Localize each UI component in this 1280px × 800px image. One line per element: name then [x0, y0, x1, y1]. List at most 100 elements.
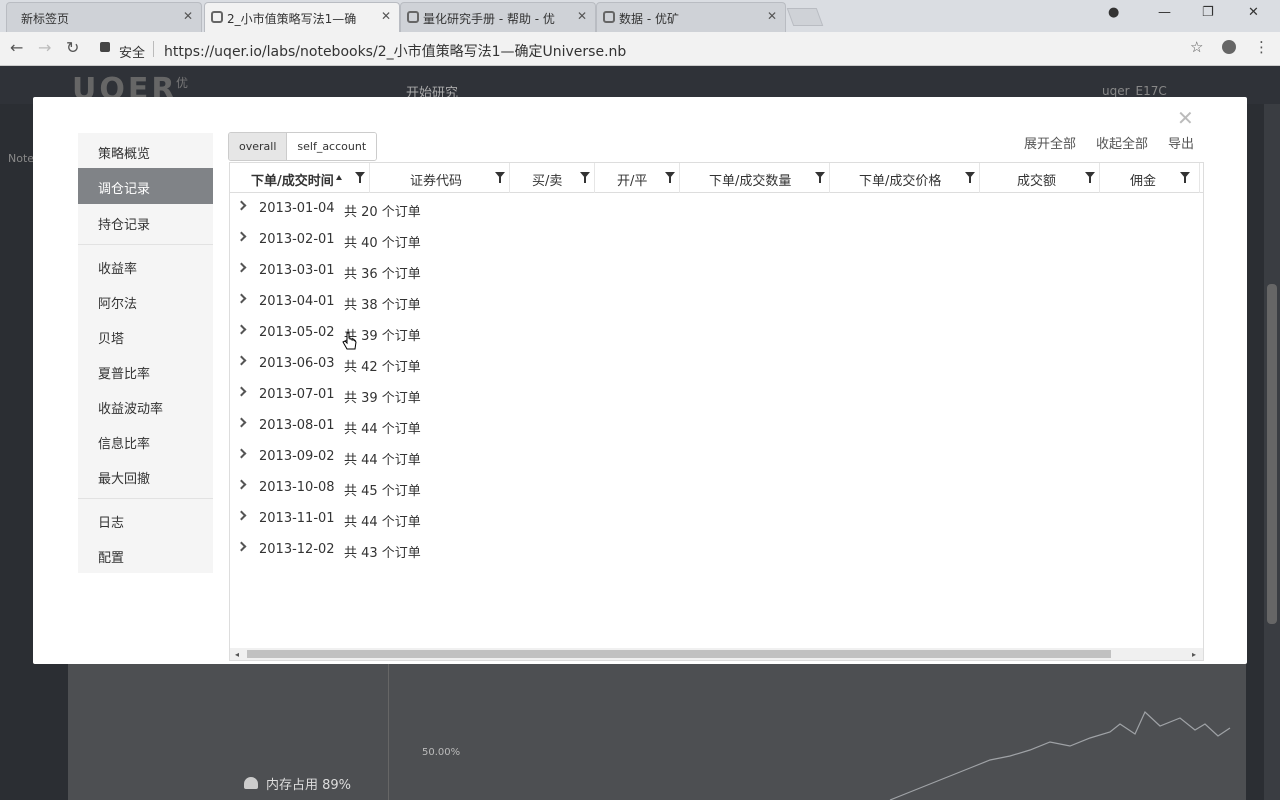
side-item-sharpe[interactable]: 夏普比率	[78, 353, 213, 389]
account-tab-overall[interactable]: overall	[229, 133, 288, 160]
close-icon[interactable]: ✕	[1177, 106, 1194, 130]
chevron-right-icon[interactable]	[236, 479, 247, 490]
browser-menu-icon[interactable]: ⋮	[1254, 38, 1269, 56]
filter-icon[interactable]	[580, 172, 590, 183]
table-row[interactable]: 2013-04-01 共 38 个订单	[230, 287, 1203, 318]
chevron-right-icon[interactable]	[236, 510, 247, 521]
back-icon[interactable]: ←	[10, 38, 23, 57]
side-item-beta[interactable]: 贝塔	[78, 318, 213, 354]
sort-asc-icon[interactable]	[336, 175, 342, 180]
filter-icon[interactable]	[495, 172, 505, 183]
side-item-volatility[interactable]: 收益波动率	[78, 388, 213, 424]
close-icon[interactable]: ✕	[183, 9, 193, 23]
row-date: 2013-05-02	[259, 325, 335, 340]
column-header-commission[interactable]: 佣金	[1100, 163, 1200, 193]
filter-icon[interactable]	[355, 172, 365, 183]
chevron-right-icon[interactable]	[236, 200, 247, 211]
filter-icon[interactable]	[965, 172, 975, 183]
side-item-label: 配置	[98, 551, 125, 566]
side-item-label: 策略概览	[98, 147, 151, 162]
close-icon[interactable]: ✕	[381, 9, 391, 23]
column-header-amount[interactable]: 成交额	[980, 163, 1100, 193]
background-return-chart	[889, 710, 1231, 800]
table-row[interactable]: 2013-10-08 共 45 个订单	[230, 473, 1203, 504]
chevron-right-icon[interactable]	[236, 541, 247, 552]
uqer-favicon-icon	[211, 11, 223, 23]
export-button[interactable]: 导出	[1168, 133, 1194, 152]
column-header-quantity[interactable]: 下单/成交数量	[680, 163, 830, 193]
side-item-config[interactable]: 配置	[78, 537, 213, 573]
chevron-right-icon[interactable]	[236, 293, 247, 304]
table-row[interactable]: 2013-07-01 共 39 个订单	[230, 380, 1203, 411]
chevron-right-icon[interactable]	[236, 417, 247, 428]
url-text[interactable]: https://uqer.io/labs/notebooks/2_小市值策略写法…	[164, 41, 626, 61]
table-row[interactable]: 2013-09-02 共 44 个订单	[230, 442, 1203, 473]
address-bar[interactable]: 安全 https://uqer.io/labs/notebooks/2_小市值策…	[92, 36, 1212, 62]
table-row[interactable]: 2013-06-03 共 42 个订单	[230, 349, 1203, 380]
side-item-alpha[interactable]: 阿尔法	[78, 283, 213, 319]
chevron-right-icon[interactable]	[236, 262, 247, 273]
scrollbar-thumb[interactable]	[247, 650, 1111, 658]
scroll-left-icon[interactable]: ◂	[235, 650, 239, 659]
close-icon[interactable]: ✕	[577, 9, 587, 23]
column-header-code[interactable]: 证券代码	[370, 163, 510, 193]
tab-title: 2_小市值策略写法1—确	[227, 12, 357, 26]
window-close-icon[interactable]: ✕	[1248, 5, 1259, 20]
column-header-open-close[interactable]: 开/平	[595, 163, 680, 193]
extension-icon[interactable]	[1222, 40, 1236, 54]
bookmark-star-icon[interactable]: ☆	[1190, 38, 1203, 56]
account-tab-self-account[interactable]: self_account	[287, 133, 377, 160]
table-row[interactable]: 2013-01-04 共 20 个订单	[230, 194, 1203, 225]
chevron-right-icon[interactable]	[236, 231, 247, 242]
scrollbar-thumb[interactable]	[1267, 284, 1277, 624]
table-row[interactable]: 2013-03-01 共 36 个订单	[230, 256, 1203, 287]
browser-tab-newtab[interactable]: 新标签页 ✕	[6, 2, 202, 32]
side-item-overview[interactable]: 策略概览	[78, 133, 213, 169]
scroll-right-icon[interactable]: ▸	[1192, 650, 1196, 659]
chevron-right-icon[interactable]	[236, 355, 247, 366]
filter-icon[interactable]	[1085, 172, 1095, 183]
filter-icon[interactable]	[815, 172, 825, 183]
horizontal-scrollbar[interactable]: ◂ ▸	[230, 648, 1203, 660]
rail-notebook-label[interactable]: Note	[8, 152, 34, 165]
column-header-price[interactable]: 下单/成交价格	[830, 163, 980, 193]
side-item-return[interactable]: 收益率	[78, 248, 213, 284]
side-item-rebalance[interactable]: 调仓记录	[78, 168, 213, 204]
close-icon[interactable]: ✕	[767, 9, 777, 23]
row-summary: 共 36 个订单	[344, 267, 421, 282]
column-header-side[interactable]: 买/卖	[510, 163, 595, 193]
restore-icon[interactable]: ❐	[1202, 5, 1214, 20]
side-item-label: 持仓记录	[98, 218, 151, 233]
side-item-positions[interactable]: 持仓记录	[78, 204, 213, 240]
table-row[interactable]: 2013-08-01 共 44 个订单	[230, 411, 1203, 442]
chevron-right-icon[interactable]	[236, 386, 247, 397]
table-row[interactable]: 2013-05-02 共 39 个订单	[230, 318, 1203, 349]
side-item-log[interactable]: 日志	[78, 502, 213, 538]
filter-icon[interactable]	[1180, 172, 1190, 183]
minimize-icon[interactable]: —	[1158, 5, 1171, 20]
table-row[interactable]: 2013-12-02 共 43 个订单	[230, 535, 1203, 566]
side-item-info-ratio[interactable]: 信息比率	[78, 423, 213, 459]
side-item-label: 贝塔	[98, 332, 125, 347]
chevron-right-icon[interactable]	[236, 324, 247, 335]
browser-tab-data[interactable]: 数据 - 优矿 ✕	[596, 2, 786, 32]
profile-icon[interactable]: ●	[1108, 5, 1119, 20]
table-row[interactable]: 2013-02-01 共 40 个订单	[230, 225, 1203, 256]
browser-tab-notebook[interactable]: 2_小市值策略写法1—确 ✕	[204, 2, 400, 32]
expand-all-button[interactable]: 展开全部	[1024, 133, 1076, 152]
side-item-label: 夏普比率	[98, 367, 151, 382]
row-summary: 共 40 个订单	[344, 236, 421, 251]
table-row[interactable]: 2013-11-01 共 44 个订单	[230, 504, 1203, 535]
user-name[interactable]: uqer_E17C	[1102, 84, 1167, 98]
reload-icon[interactable]: ↻	[66, 38, 79, 57]
forward-icon[interactable]: →	[38, 38, 51, 57]
side-item-max-drawdown[interactable]: 最大回撤	[78, 458, 213, 494]
new-tab-button[interactable]	[786, 8, 824, 26]
page-scrollbar[interactable]	[1264, 104, 1280, 800]
chevron-right-icon[interactable]	[236, 448, 247, 459]
collapse-all-button[interactable]: 收起全部	[1096, 133, 1148, 152]
column-header-time[interactable]: 下单/成交时间	[230, 163, 370, 193]
browser-tab-manual[interactable]: 量化研究手册 - 帮助 - 优 ✕	[400, 2, 596, 32]
hand-cursor-icon	[342, 332, 357, 350]
filter-icon[interactable]	[665, 172, 675, 183]
